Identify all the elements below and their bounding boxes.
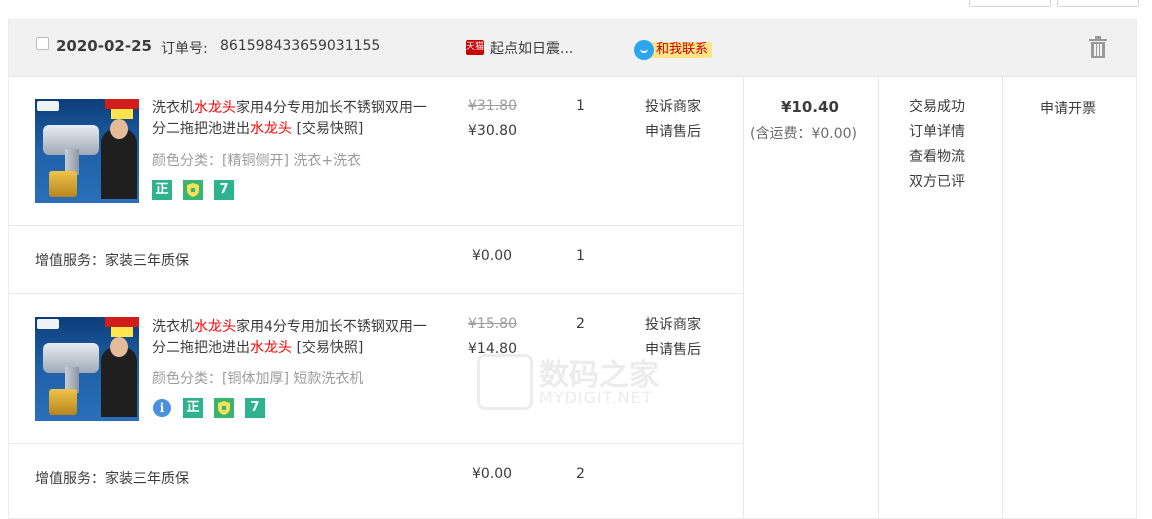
service-price: ¥0.00 [472,466,513,482]
product-sku: 颜色分类：[铜体加厚] 短款洗衣机 [152,371,364,387]
service-price: ¥0.00 [472,248,513,264]
chat-bubble-icon [634,40,654,60]
genuine-icon[interactable]: 正 [183,398,203,418]
order-detail-link[interactable]: 订单详情 [909,120,965,145]
both-reviewed-link[interactable]: 双方已评 [909,170,965,195]
shield-icon[interactable] [183,180,203,200]
service-label: 增值服务：家装三年质保 [35,471,189,487]
service-icons: 正 7 [152,180,242,202]
complain-seller-link[interactable]: 投诉商家 [645,313,701,338]
shield-icon[interactable] [214,398,234,418]
product-thumbnail[interactable] [35,317,139,421]
order-total: ¥10.40 [781,98,839,116]
row-divider [9,225,743,226]
original-price: ¥15.80 [468,316,517,332]
top-action-button-2[interactable] [1057,0,1139,7]
column-divider [878,76,879,518]
trade-status: 交易成功 [909,99,965,115]
quantity: 1 [576,98,585,114]
genuine-icon[interactable]: 正 [152,180,172,200]
service-quantity: 1 [576,248,585,264]
quantity: 2 [576,316,585,332]
snapshot-link[interactable]: [交易快照] [292,340,363,356]
paid-price: ¥30.80 [468,123,517,139]
seven-day-return-icon[interactable]: 7 [245,398,265,418]
top-action-button-1[interactable] [969,0,1051,7]
original-price: ¥31.80 [468,98,517,114]
column-divider [1002,76,1003,518]
order-card: 2020-02-25 订单号: 861598433659031155 天猫 起点… [8,19,1137,519]
order-date: 2020-02-25 [56,37,152,55]
service-icons: i 正 7 [152,398,274,420]
shop-name-link[interactable]: 起点如日震... [490,38,573,58]
shipping-fee: (含运费：¥0.00) [750,126,858,142]
watermark-logo: 数码之家 MYDIGIT.NET [475,350,675,410]
service-label: 增值服务：家装三年质保 [35,253,189,269]
complain-seller-link[interactable]: 投诉商家 [645,95,701,120]
service-quantity: 2 [576,466,585,482]
tmall-icon: 天猫 [466,40,484,55]
info-icon[interactable]: i [153,399,171,417]
order-status: 交易成功 订单详情 查看物流 双方已评 [909,95,965,195]
contact-seller-label: 和我联系 [646,42,713,58]
trash-icon[interactable] [1088,36,1108,58]
product-sku: 颜色分类：[精铜侧开] 洗衣+洗衣 [152,153,362,169]
seven-day-return-icon[interactable]: 7 [214,180,234,200]
product-thumbnail[interactable] [35,99,139,203]
product-title-link[interactable]: 洗衣机水龙头家用4分专用加长不锈钢双用一分二拖把池进出水龙头 [交易快照] [152,98,437,140]
order-number-label: 订单号: [161,41,208,57]
product-title-link[interactable]: 洗衣机水龙头家用4分专用加长不锈钢双用一分二拖把池进出水龙头 [交易快照] [152,317,437,359]
order-checkbox[interactable] [36,37,49,50]
item-operations: 投诉商家 申请售后 [645,95,701,145]
row-divider [9,443,743,444]
view-logistics-link[interactable]: 查看物流 [909,145,965,170]
order-number: 861598433659031155 [220,38,381,54]
snapshot-link[interactable]: [交易快照] [292,121,363,137]
column-divider [743,76,744,518]
order-header: 2020-02-25 订单号: 861598433659031155 天猫 起点… [9,20,1136,77]
request-invoice-link[interactable]: 申请开票 [1040,98,1096,118]
after-sale-link[interactable]: 申请售后 [645,120,701,145]
row-divider [9,293,743,294]
